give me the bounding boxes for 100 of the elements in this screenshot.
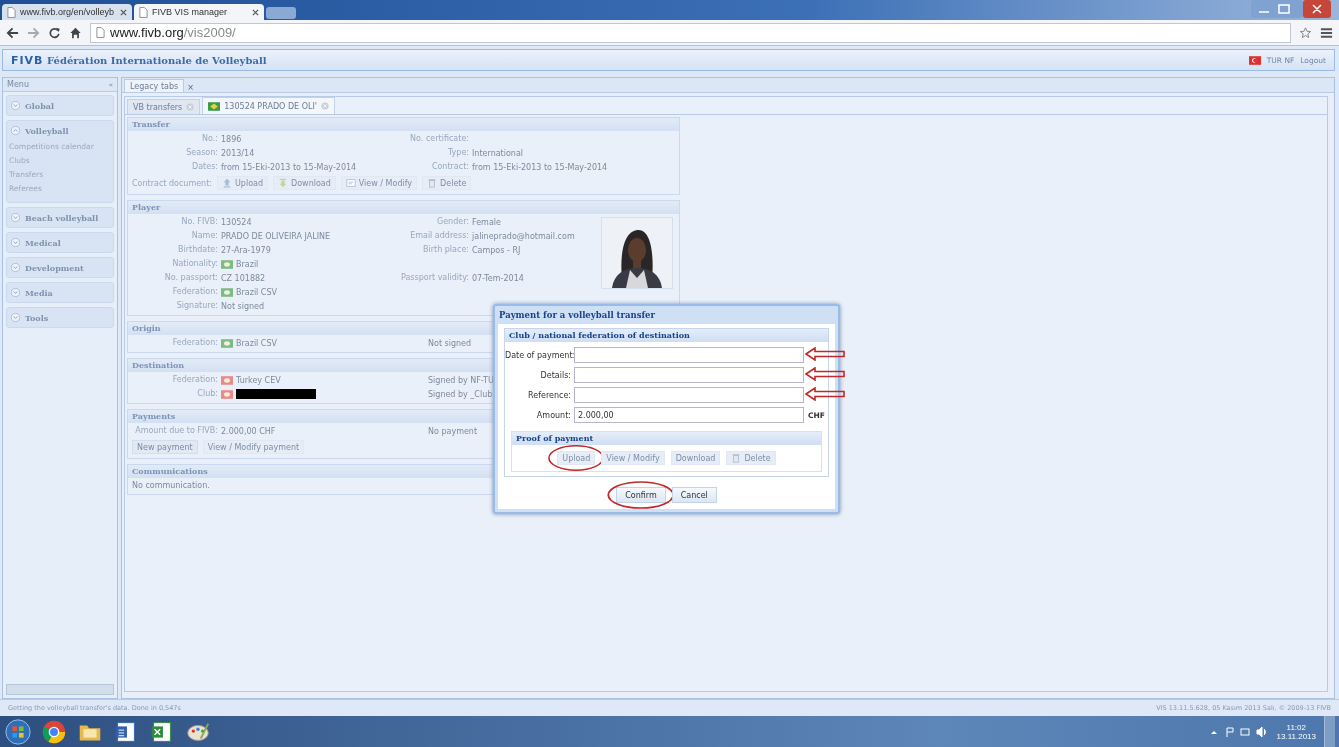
field-label: Dates: <box>192 162 218 171</box>
field-value: PRADO DE OLIVEIRA JALINE <box>221 231 331 241</box>
field-value: Signed by NF-TU <box>428 375 494 385</box>
field-value: Not signed <box>428 338 472 348</box>
field-value: Brazil <box>236 259 259 269</box>
field-label: Season: <box>186 148 218 157</box>
field-label: Amount due to FIVB: <box>135 426 218 435</box>
start-button-icon[interactable] <box>4 717 32 746</box>
field-label: Contract: <box>431 162 469 171</box>
field-value: 07-Tem-2014 <box>472 273 524 283</box>
field-label: Federation: <box>172 338 218 347</box>
field-value: Not signed <box>221 301 265 311</box>
input-field[interactable]: 2.000,00 <box>574 407 804 423</box>
dialog-title: Payment for a volleyball transfer <box>498 309 656 322</box>
field-label: Club: <box>197 389 218 398</box>
field-value: from 15-Eki-2013 to 15-May-2014 <box>472 162 608 172</box>
page-icon <box>139 6 148 18</box>
dialog-button[interactable]: Cancel <box>671 487 717 503</box>
chevron-icon <box>11 101 20 110</box>
field-value: Female <box>472 217 501 227</box>
field-label: Amount: <box>535 410 572 420</box>
page-icon <box>96 27 105 38</box>
input-field[interactable] <box>574 387 804 403</box>
app-title: Fédération Internationale de Volleyball <box>47 54 267 66</box>
home-icon[interactable] <box>69 26 82 39</box>
section-header: Club / national federation of destination <box>505 329 828 342</box>
section-header: Transfer <box>128 118 679 131</box>
browser-tab[interactable]: www.fivb.org/en/volleyb <box>2 4 132 20</box>
close-icon[interactable] <box>252 8 259 16</box>
document-icon <box>345 178 356 188</box>
close-button[interactable]: × <box>187 83 194 92</box>
dialog-button[interactable]: Confirm <box>616 487 666 503</box>
star-icon[interactable] <box>1299 26 1312 39</box>
chevron-icon <box>11 263 20 272</box>
field-value: Turkey CEV <box>236 375 281 385</box>
field-label: Birth place: <box>423 245 469 254</box>
menu-icon[interactable] <box>1320 26 1333 39</box>
scrollbar[interactable] <box>6 684 114 695</box>
communications-text: No communication. <box>132 481 211 490</box>
window-controls[interactable] <box>1251 0 1331 18</box>
field-label: Date of payment: <box>505 350 574 360</box>
chevron-icon <box>11 213 20 222</box>
menu-group-header[interactable]: Global <box>7 96 113 115</box>
field-label: Signature: <box>176 301 218 310</box>
action-button[interactable]: New payment <box>132 440 198 454</box>
field-value: 130524 <box>221 217 252 227</box>
input-field[interactable] <box>574 347 804 363</box>
menu-group-header[interactable]: Beach volleyball <box>7 208 113 227</box>
field-value: Signed by _Club <box>428 389 493 399</box>
field-value: 2.000,00 CHF <box>221 426 276 436</box>
close-icon[interactable] <box>120 8 127 16</box>
clock-time: 11:02 <box>1286 722 1306 732</box>
menu-group-header[interactable]: Medical <box>7 233 113 252</box>
clock-date: 13.11.2013 <box>1276 731 1316 741</box>
trash-icon <box>427 178 438 188</box>
tab[interactable]: Legacy tabs <box>124 79 185 92</box>
field-value: jalineprado@hotmail.com <box>472 231 575 241</box>
menu-title: Menu <box>7 80 29 89</box>
menu-group-header[interactable]: Media <box>7 283 113 302</box>
field-label: Details: <box>539 370 572 380</box>
field-value: International <box>472 148 524 158</box>
field-label: Federation: <box>172 287 218 296</box>
field-label: No. certificate: <box>410 134 469 143</box>
download-icon <box>278 178 289 188</box>
field-label: Federation: <box>172 375 218 384</box>
chevron-icon <box>11 313 20 322</box>
field-label: Email address: <box>410 231 469 240</box>
tab[interactable]: VB transfers <box>127 99 201 114</box>
field-label: Nationality: <box>172 259 218 268</box>
field-value: 2013/14 <box>221 148 255 158</box>
menu-group-header[interactable]: Development <box>7 258 113 277</box>
field-value: CZ 101882 <box>221 273 266 283</box>
field-value: No payment <box>428 426 478 436</box>
field-label: Passport validity: <box>401 273 469 282</box>
section-header: Proof of payment <box>512 432 821 445</box>
browser-tab[interactable]: FIVB VIS manager <box>134 4 264 20</box>
menu-group-header[interactable]: Tools <box>7 308 113 327</box>
chevron-icon <box>11 126 20 135</box>
field-value: Brazil CSV <box>236 287 277 297</box>
reload-icon[interactable] <box>48 26 61 39</box>
flag-icon <box>1248 55 1261 65</box>
field-label: Type: <box>447 148 469 157</box>
section-header: Player <box>128 201 679 214</box>
menu-group-header[interactable]: Volleyball <box>7 121 113 140</box>
back-icon[interactable] <box>6 26 19 39</box>
field-label: Name: <box>191 231 218 240</box>
fivb-logo: FIVB <box>11 53 41 67</box>
trash-icon <box>731 453 742 463</box>
chevron-icon <box>11 238 20 247</box>
field-label: Contract document: <box>132 178 212 188</box>
input-field[interactable] <box>574 367 804 383</box>
field-label: No. FIVB: <box>181 217 218 226</box>
url-text[interactable]: www.fivb.org/vis2009/ <box>110 25 236 40</box>
page-icon <box>7 6 16 18</box>
field-label: Gender: <box>436 217 469 226</box>
field-value: 1896 <box>221 134 242 144</box>
field-value: 27-Ara-1979 <box>221 245 271 255</box>
chevron-icon <box>11 288 20 297</box>
upload-icon <box>222 178 232 188</box>
tab[interactable]: 130524 PRADO DE OLI' <box>202 97 335 114</box>
